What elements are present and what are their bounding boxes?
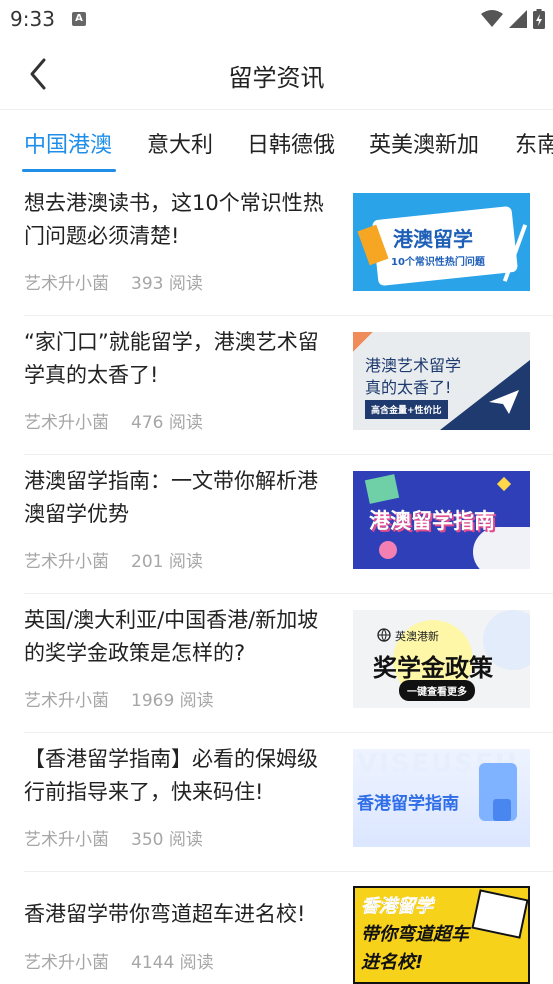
article-thumbnail: 香港留学 带你弯道超车 进名校! (353, 886, 530, 984)
signal-icon (509, 10, 527, 28)
article-meta: 艺术升小菌 201 阅读 (24, 547, 203, 572)
paper-plane-icon (489, 390, 519, 414)
thumbnail-title: 港澳留学 (393, 227, 473, 251)
article-reads: 350 阅读 (131, 830, 203, 850)
article-meta: 艺术升小菌 393 阅读 (24, 269, 203, 294)
article-author: 艺术升小菌 (24, 953, 109, 973)
thumbnail-subtitle: 一键查看更多 (399, 680, 475, 701)
article-item[interactable]: 想去港澳读书，这10个常识性热门问题必须清楚! 艺术升小菌 393 阅读 港澳留学… (0, 177, 553, 316)
thumbnail-title: 奖学金政策 (373, 654, 493, 682)
article-thumbnail: 港澳留学 10个常识性热门问题 (353, 193, 530, 291)
article-item[interactable]: 香港留学带你弯道超车进名校! 艺术升小菌 4144 阅读 香港留学 带你弯道超车 … (0, 872, 553, 984)
article-thumbnail: 英澳港新 奖学金政策 一键查看更多 (353, 610, 530, 708)
article-reads: 4144 阅读 (131, 953, 214, 973)
thumbnail-title: 港澳留学指南 (369, 509, 495, 533)
app-header: 留学资讯 (0, 38, 553, 110)
status-time: 9:33 (10, 7, 55, 31)
article-author: 艺术升小菌 (24, 413, 109, 433)
category-tabs: 中国港澳 意大利 日韩德俄 英美澳新加 东南 (0, 111, 553, 177)
status-icons (481, 8, 545, 30)
globe-icon (377, 628, 391, 642)
tab-southeast-asia[interactable]: 东南 (515, 127, 553, 159)
thumbnail-subtitle: 10个常识性热门问题 (391, 257, 485, 268)
article-meta: 艺术升小菌 1969 阅读 (24, 686, 214, 711)
thumbnail-title: 香港留学 (361, 896, 434, 918)
article-title: 港澳留学指南：一文带你解析港澳留学优势 (24, 469, 318, 526)
notification-icon: A (72, 12, 86, 26)
status-bar: 9:33 A (0, 0, 553, 38)
wifi-icon (481, 10, 503, 27)
thumbnail-subtitle: 真的太香了! (365, 378, 452, 397)
tab-uk-us-au-nz-ca[interactable]: 英美澳新加 (369, 127, 479, 159)
article-item[interactable]: 港澳留学指南：一文带你解析港澳留学优势 艺术升小菌 201 阅读 港澳留学指南 (0, 455, 553, 594)
active-tab-indicator (22, 169, 116, 172)
tab-japan-korea-germany-russia[interactable]: 日韩德俄 (247, 127, 335, 159)
tab-italy[interactable]: 意大利 (147, 127, 213, 159)
page-title: 留学资讯 (228, 64, 325, 92)
article-thumbnail: 港澳艺术留学 真的太香了! 高含金量+性价比 (353, 332, 530, 430)
article-meta: 艺术升小菌 350 阅读 (24, 825, 203, 850)
thumbnail-subtitle-2: 进名校! (361, 952, 424, 973)
article-item[interactable]: 英国/澳大利亚/中国香港/新加坡的奖学金政策是怎样的? 艺术升小菌 1969 阅读… (0, 594, 553, 733)
article-item[interactable]: “家门口”就能留学，港澳艺术留学真的太香了! 艺术升小菌 476 阅读 港澳艺术留… (0, 316, 553, 455)
thumbnail-subtitle: 带你弯道超车 (361, 924, 469, 945)
article-meta: 艺术升小菌 4144 阅读 (24, 948, 214, 973)
thumbnail-tag: 高含金量+性价比 (365, 400, 448, 419)
thumbnail-title: 港澳艺术留学 (365, 356, 462, 375)
article-author: 艺术升小菌 (24, 830, 109, 850)
article-thumbnail: 港澳留学指南 (353, 471, 530, 569)
article-title: 英国/澳大利亚/中国香港/新加坡的奖学金政策是怎样的? (24, 608, 319, 665)
article-author: 艺术升小菌 (24, 691, 109, 711)
article-title: 想去港澳读书，这10个常识性热门问题必须清楚! (24, 191, 324, 248)
article-reads: 201 阅读 (131, 552, 203, 572)
tab-china-hk-macau[interactable]: 中国港澳 (24, 127, 112, 159)
article-meta: 艺术升小菌 476 阅读 (24, 408, 203, 433)
article-author: 艺术升小菌 (24, 552, 109, 572)
thumbnail-topline: 英澳港新 (395, 630, 439, 643)
article-author: 艺术升小菌 (24, 274, 109, 294)
article-reads: 393 阅读 (131, 274, 203, 294)
article-title: 香港留学带你弯道超车进名校! (24, 902, 306, 926)
article-thumbnail: VISEUSEH 香港留学指南 (353, 749, 530, 847)
article-reads: 1969 阅读 (131, 691, 214, 711)
article-reads: 476 阅读 (131, 413, 203, 433)
article-title: 【香港留学指南】必看的保姆级行前指导来了，快来码住! (24, 747, 318, 804)
battery-icon (533, 9, 545, 29)
thumbnail-title: 香港留学指南 (357, 794, 459, 814)
article-title: “家门口”就能留学，港澳艺术留学真的太香了! (24, 330, 319, 387)
article-item[interactable]: 【香港留学指南】必看的保姆级行前指导来了，快来码住! 艺术升小菌 350 阅读 V… (0, 733, 553, 872)
